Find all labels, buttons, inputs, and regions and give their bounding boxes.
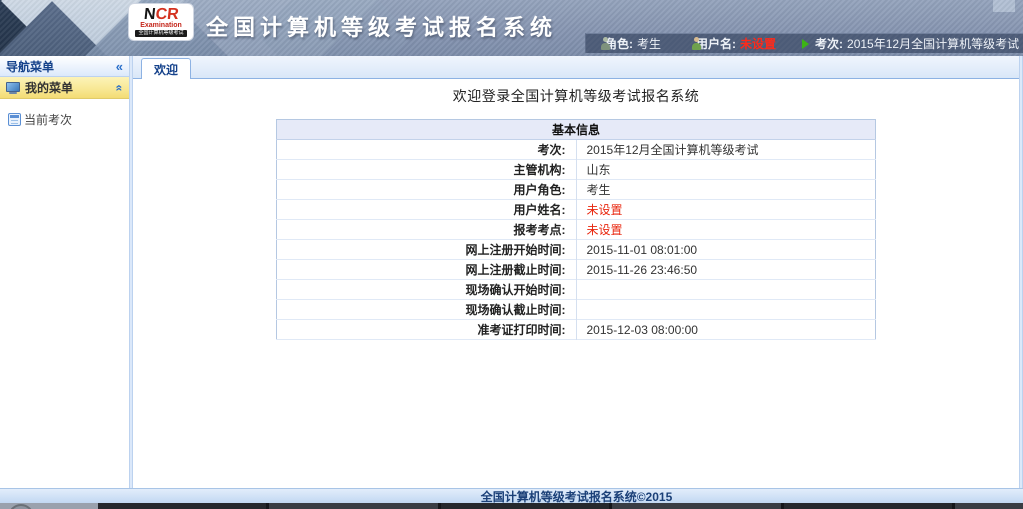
row-value: 2015-12-03 08:00:00 — [576, 320, 876, 340]
app-title: 全国计算机等级考试报名系统 — [206, 10, 557, 42]
logo-examination-text: Examination — [140, 22, 182, 29]
app-header: NCR Examination 全国计算机等级考试 全国计算机等级考试报名系统 … — [0, 0, 1023, 56]
tab-welcome[interactable]: 欢迎 — [141, 58, 191, 79]
right-gutter — [1019, 56, 1023, 488]
row-label: 用户角色: — [277, 180, 577, 200]
collapse-sidebar-icon[interactable]: « — [116, 59, 123, 74]
logo-strip-text: 全国计算机等级考试 — [135, 30, 186, 37]
sidebar-item-label: 当前考次 — [24, 111, 72, 128]
row-value: 2015年12月全国计算机等级考试 — [576, 140, 876, 160]
sidebar-group-my-menu[interactable]: 我的菜单 « — [0, 77, 129, 99]
table-row: 准考证打印时间:2015-12-03 08:00:00 — [277, 320, 876, 340]
table-header-title: 基本信息 — [277, 120, 876, 140]
footer-text: 全国计算机等级考试报名系统©2015 — [481, 488, 673, 505]
play-icon — [802, 39, 809, 49]
sidebar: 导航菜单 « 我的菜单 « 当前考次 — [0, 56, 129, 488]
status-bar: 角色: 考生 用户名: 未设置 考次: 2015年12月全国计算机等级考试 退出 — [585, 33, 1023, 53]
tab-strip: 欢迎 — [133, 56, 1019, 79]
row-label: 报考考点: — [277, 220, 577, 240]
row-label: 主管机构: — [277, 160, 577, 180]
session-value: 2015年12月全国计算机等级考试 — [847, 35, 1019, 52]
username-value: 未设置 — [740, 35, 776, 52]
row-label: 现场确认开始时间: — [277, 280, 577, 300]
role-value: 考生 — [637, 35, 661, 52]
row-value: 未设置 — [576, 220, 876, 240]
sidebar-body: 当前考次 — [0, 99, 129, 128]
main-content: 欢迎 欢迎登录全国计算机等级考试报名系统 基本信息 考次:2015年12月全国计… — [133, 56, 1019, 488]
username-label: 用户名: — [696, 35, 736, 52]
sidebar-header: 导航菜单 « — [0, 56, 129, 77]
row-label: 准考证打印时间: — [277, 320, 577, 340]
welcome-heading: 欢迎登录全国计算机等级考试报名系统 — [133, 86, 1019, 106]
sidebar-title: 导航菜单 — [6, 58, 54, 75]
monitor-icon — [6, 82, 20, 94]
row-value — [576, 280, 876, 300]
table-row: 考次:2015年12月全国计算机等级考试 — [277, 140, 876, 160]
table-header-row: 基本信息 — [277, 120, 876, 140]
sidebar-group-label: 我的菜单 — [25, 79, 116, 96]
row-value: 未设置 — [576, 200, 876, 220]
ncre-logo: NCR Examination 全国计算机等级考试 — [128, 3, 194, 41]
row-value: 2015-11-26 23:46:50 — [576, 260, 876, 280]
chevron-up-icon: « — [113, 84, 127, 91]
logo-ncr-text: NCR — [143, 7, 179, 22]
exam-doc-icon — [8, 113, 21, 126]
row-label: 用户姓名: — [277, 200, 577, 220]
table-row: 现场确认截止时间: — [277, 300, 876, 320]
page: NCR Examination 全国计算机等级考试 全国计算机等级考试报名系统 … — [0, 0, 1023, 509]
row-label: 网上注册截止时间: — [277, 260, 577, 280]
table-row: 现场确认开始时间: — [277, 280, 876, 300]
row-value: 山东 — [576, 160, 876, 180]
sidebar-item-current-exam[interactable]: 当前考次 — [8, 111, 129, 128]
session-label: 考次: — [815, 35, 843, 52]
taskbar-strip — [0, 503, 1023, 509]
row-label: 现场确认截止时间: — [277, 300, 577, 320]
taskbar-segments — [98, 503, 1023, 509]
table-row: 用户角色:考生 — [277, 180, 876, 200]
table-row: 网上注册截止时间:2015-11-26 23:46:50 — [277, 260, 876, 280]
row-value: 2015-11-01 08:01:00 — [576, 240, 876, 260]
row-label: 网上注册开始时间: — [277, 240, 577, 260]
table-row: 主管机构:山东 — [277, 160, 876, 180]
table-row: 报考考点:未设置 — [277, 220, 876, 240]
table-row: 用户姓名:未设置 — [277, 200, 876, 220]
row-value — [576, 300, 876, 320]
row-value: 考生 — [576, 180, 876, 200]
page-footer: 全国计算机等级考试报名系统©2015 — [0, 488, 1023, 503]
row-label: 考次: — [277, 140, 577, 160]
basic-info-table: 基本信息 考次:2015年12月全国计算机等级考试主管机构:山东用户角色:考生用… — [276, 119, 876, 340]
table-row: 网上注册开始时间:2015-11-01 08:01:00 — [277, 240, 876, 260]
